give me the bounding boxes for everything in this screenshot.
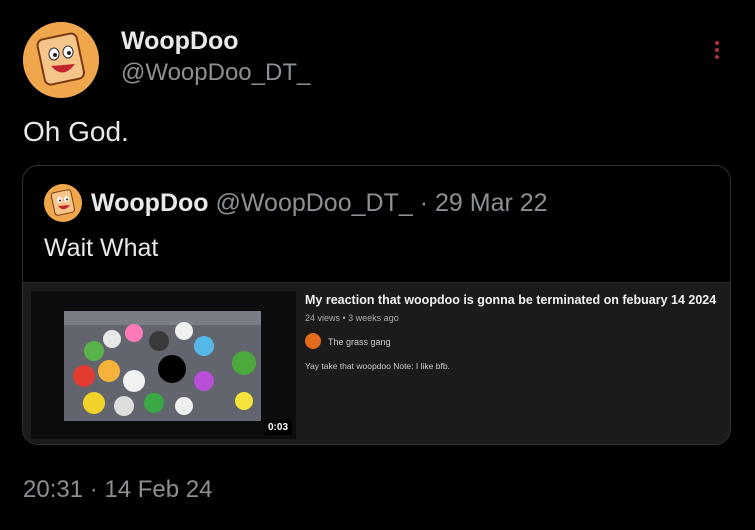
video-embed[interactable]: 0:03 My reaction that woopdoo is gonna b… bbox=[23, 282, 730, 444]
quoted-avatar-image bbox=[44, 184, 82, 222]
more-vertical-icon[interactable] bbox=[705, 38, 729, 66]
video-title[interactable]: My reaction that woopdoo is gonna be ter… bbox=[305, 293, 716, 307]
quoted-date[interactable]: 29 Mar 22 bbox=[435, 189, 548, 217]
user-handle[interactable]: @WoopDoo_DT_ bbox=[121, 59, 310, 87]
avatar-image bbox=[23, 22, 99, 98]
tweet-timestamp[interactable]: 20:31 · 14 Feb 24 bbox=[23, 476, 212, 504]
avatar[interactable] bbox=[23, 22, 99, 98]
quoted-tweet[interactable]: WoopDoo @WoopDoo_DT_ · 29 Mar 22 Wait Wh… bbox=[22, 165, 731, 445]
quoted-avatar[interactable] bbox=[44, 184, 82, 222]
quoted-header: WoopDoo @WoopDoo_DT_ · 29 Mar 22 bbox=[91, 189, 548, 218]
quoted-handle[interactable]: @WoopDoo_DT_ bbox=[216, 189, 413, 217]
channel-name[interactable]: The grass gang bbox=[328, 337, 391, 347]
thumbnail-image bbox=[64, 311, 261, 421]
quoted-separator: · bbox=[419, 189, 429, 217]
quoted-display-name[interactable]: WoopDoo bbox=[91, 189, 209, 217]
display-name[interactable]: WoopDoo bbox=[121, 27, 239, 56]
video-meta: 24 views • 3 weeks ago bbox=[305, 313, 399, 323]
video-duration: 0:03 bbox=[263, 420, 292, 435]
channel-avatar-icon[interactable] bbox=[305, 333, 321, 349]
video-thumbnail[interactable]: 0:03 bbox=[31, 291, 296, 439]
tweet-text: Oh God. bbox=[23, 116, 129, 147]
video-description: Yay take that woopdoo Note: I like bfb. bbox=[305, 361, 450, 371]
quoted-text: Wait What bbox=[44, 234, 159, 262]
